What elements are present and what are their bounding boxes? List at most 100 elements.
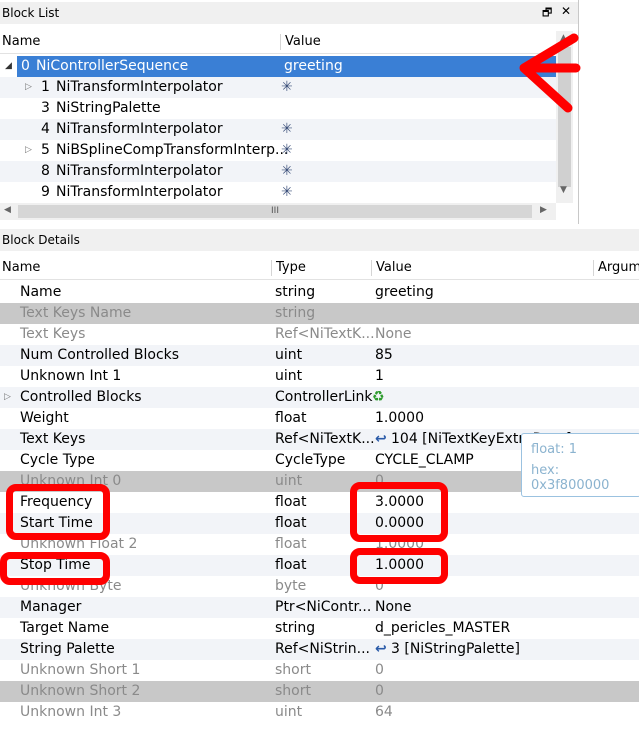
block-name: NiStringPalette: [56, 100, 161, 116]
block-row[interactable]: ▷ 1 NiTransformInterpolator ✳: [0, 77, 556, 98]
detail-row[interactable]: Num Controlled Blocks uint 85: [0, 345, 639, 366]
block-number: 9: [41, 184, 50, 200]
detail-row[interactable]: Target Name string d_pericles_MASTER: [0, 618, 639, 639]
field-type: short: [275, 662, 311, 678]
field-value[interactable]: d_pericles_MASTER: [375, 618, 510, 639]
expand-icon[interactable]: ▷: [25, 77, 32, 98]
detail-row[interactable]: String Palette Ref<NiStrin... ↩ 3 [NiString…: [0, 639, 639, 660]
detail-row[interactable]: Text Keys Name string: [0, 303, 639, 324]
close-panel-icon[interactable]: ✕: [561, 4, 571, 18]
field-value[interactable]: None: [375, 324, 412, 345]
field-value[interactable]: None: [375, 597, 412, 618]
field-name: Unknown Int 3: [20, 704, 122, 720]
field-name: Num Controlled Blocks: [20, 347, 180, 363]
detail-row[interactable]: Unknown Short 1 short 0: [0, 660, 639, 681]
field-name: Unknown Int 1: [20, 368, 122, 384]
interpolator-icon: ✳: [281, 79, 293, 95]
block-row[interactable]: 8 NiTransformInterpolator ✳: [0, 161, 556, 182]
field-type: short: [275, 683, 311, 699]
detail-row[interactable]: Unknown Short 2 short 0: [0, 681, 639, 702]
field-name: Text Keys: [20, 326, 86, 342]
column-value-header[interactable]: Value: [374, 257, 412, 279]
red-arrow-annotation: [519, 33, 581, 113]
block-row-selected[interactable]: ◢ 0 NiControllerSequence greeting: [0, 56, 556, 77]
block-name: NiTransformInterpolator: [56, 184, 223, 200]
field-value[interactable]: 3 [NiStringPalette]: [391, 639, 520, 660]
block-list-panel: Block List 🗗 ✕ Name Value ◢ 0 NiController…: [0, 0, 579, 224]
interpolator-icon: ✳: [281, 163, 293, 179]
red-box-frequency-start: [6, 484, 110, 540]
field-type: float: [275, 515, 307, 531]
interpolator-icon: ✳: [281, 121, 293, 137]
interpolator-icon: ✳: [281, 184, 293, 200]
detail-row[interactable]: Manager Ptr<NiContr... None: [0, 597, 639, 618]
column-name-header[interactable]: Name: [0, 257, 40, 279]
field-value[interactable]: 1.0000: [375, 408, 424, 429]
field-value[interactable]: 1: [375, 366, 384, 387]
red-box-stop-time: [0, 552, 110, 585]
collapse-icon[interactable]: ◢: [5, 56, 12, 77]
block-list-title: Block List: [0, 2, 578, 24]
field-name: String Palette: [20, 641, 115, 657]
block-name: NiBSplineCompTransformInterp...: [56, 142, 289, 158]
field-name: Text Keys Name: [20, 305, 132, 321]
field-type: uint: [275, 473, 303, 489]
field-type: Ref<NiTextK...: [275, 326, 375, 342]
column-name-header[interactable]: Name: [0, 31, 40, 53]
expand-icon[interactable]: ▷: [4, 387, 11, 408]
field-value[interactable]: greeting: [375, 282, 434, 303]
block-details-header: Name Type Value Argum: [0, 257, 639, 280]
field-value[interactable]: 0: [375, 660, 384, 681]
detail-row[interactable]: Unknown Int 3 uint 64: [0, 702, 639, 723]
scroll-left-icon[interactable]: ◀: [4, 205, 11, 215]
tooltip-hex: hex: 0x3f800000: [531, 463, 610, 493]
field-type: float: [275, 557, 307, 573]
block-row[interactable]: 3 NiStringPalette: [0, 98, 556, 119]
detail-row[interactable]: ▷ Controlled Blocks ControllerLink ♻: [0, 387, 639, 408]
detail-row[interactable]: Text Keys Ref<NiTextK... None: [0, 324, 639, 345]
expand-icon[interactable]: ▷: [25, 140, 32, 161]
horizontal-scrollbar[interactable]: ◀ III ▶: [0, 203, 556, 220]
field-type: Ref<NiStrin...: [275, 641, 370, 657]
field-type: float: [275, 494, 307, 510]
column-type-header[interactable]: Type: [274, 257, 306, 279]
scroll-down-icon[interactable]: ▼: [560, 185, 567, 195]
field-name: Text Keys: [20, 431, 86, 447]
field-type: float: [275, 536, 307, 552]
block-name: NiControllerSequence: [36, 58, 189, 74]
float-panel-icon[interactable]: 🗗: [542, 4, 552, 23]
field-name: Unknown Short 2: [20, 683, 141, 699]
column-argument-header[interactable]: Argum: [596, 257, 639, 279]
block-row[interactable]: ▷ 5 NiBSplineCompTransformInterp... ✳: [0, 140, 556, 161]
block-row[interactable]: 4 NiTransformInterpolator ✳: [0, 119, 556, 140]
block-row[interactable]: 9 NiTransformInterpolator ✳: [0, 182, 556, 203]
field-value[interactable]: 0: [375, 681, 384, 702]
scroll-thumb-horizontal[interactable]: III: [18, 205, 532, 218]
block-name: NiTransformInterpolator: [56, 79, 223, 95]
detail-row[interactable]: Weight float 1.0000: [0, 408, 639, 429]
field-name: Target Name: [20, 620, 110, 636]
block-number: 0: [21, 58, 30, 74]
field-name: Unknown Short 1: [20, 662, 141, 678]
reference-icon: ↩: [375, 641, 387, 657]
field-value[interactable]: 85: [375, 345, 393, 366]
scroll-right-icon[interactable]: ▶: [540, 205, 547, 215]
field-type: Ptr<NiContr...: [275, 599, 372, 615]
block-name: NiTransformInterpolator: [56, 121, 223, 137]
block-details-title: Block Details: [0, 229, 639, 251]
field-type: string: [275, 305, 316, 321]
field-type: byte: [275, 578, 307, 594]
field-name: Weight: [20, 410, 69, 426]
tooltip-float: float: 1: [531, 442, 577, 457]
field-value[interactable]: 64: [375, 702, 393, 723]
column-value-header[interactable]: Value: [283, 31, 321, 53]
detail-row[interactable]: Unknown Int 1 uint 1: [0, 366, 639, 387]
block-number: 4: [41, 121, 50, 137]
field-value[interactable]: CYCLE_CLAMP: [375, 450, 474, 471]
red-box-values-top: [350, 482, 448, 542]
field-name: Manager: [20, 599, 82, 615]
block-number: 8: [41, 163, 50, 179]
detail-row[interactable]: Name string greeting: [0, 282, 639, 303]
field-name: Cycle Type: [20, 452, 95, 468]
field-name: Controlled Blocks: [20, 389, 142, 405]
